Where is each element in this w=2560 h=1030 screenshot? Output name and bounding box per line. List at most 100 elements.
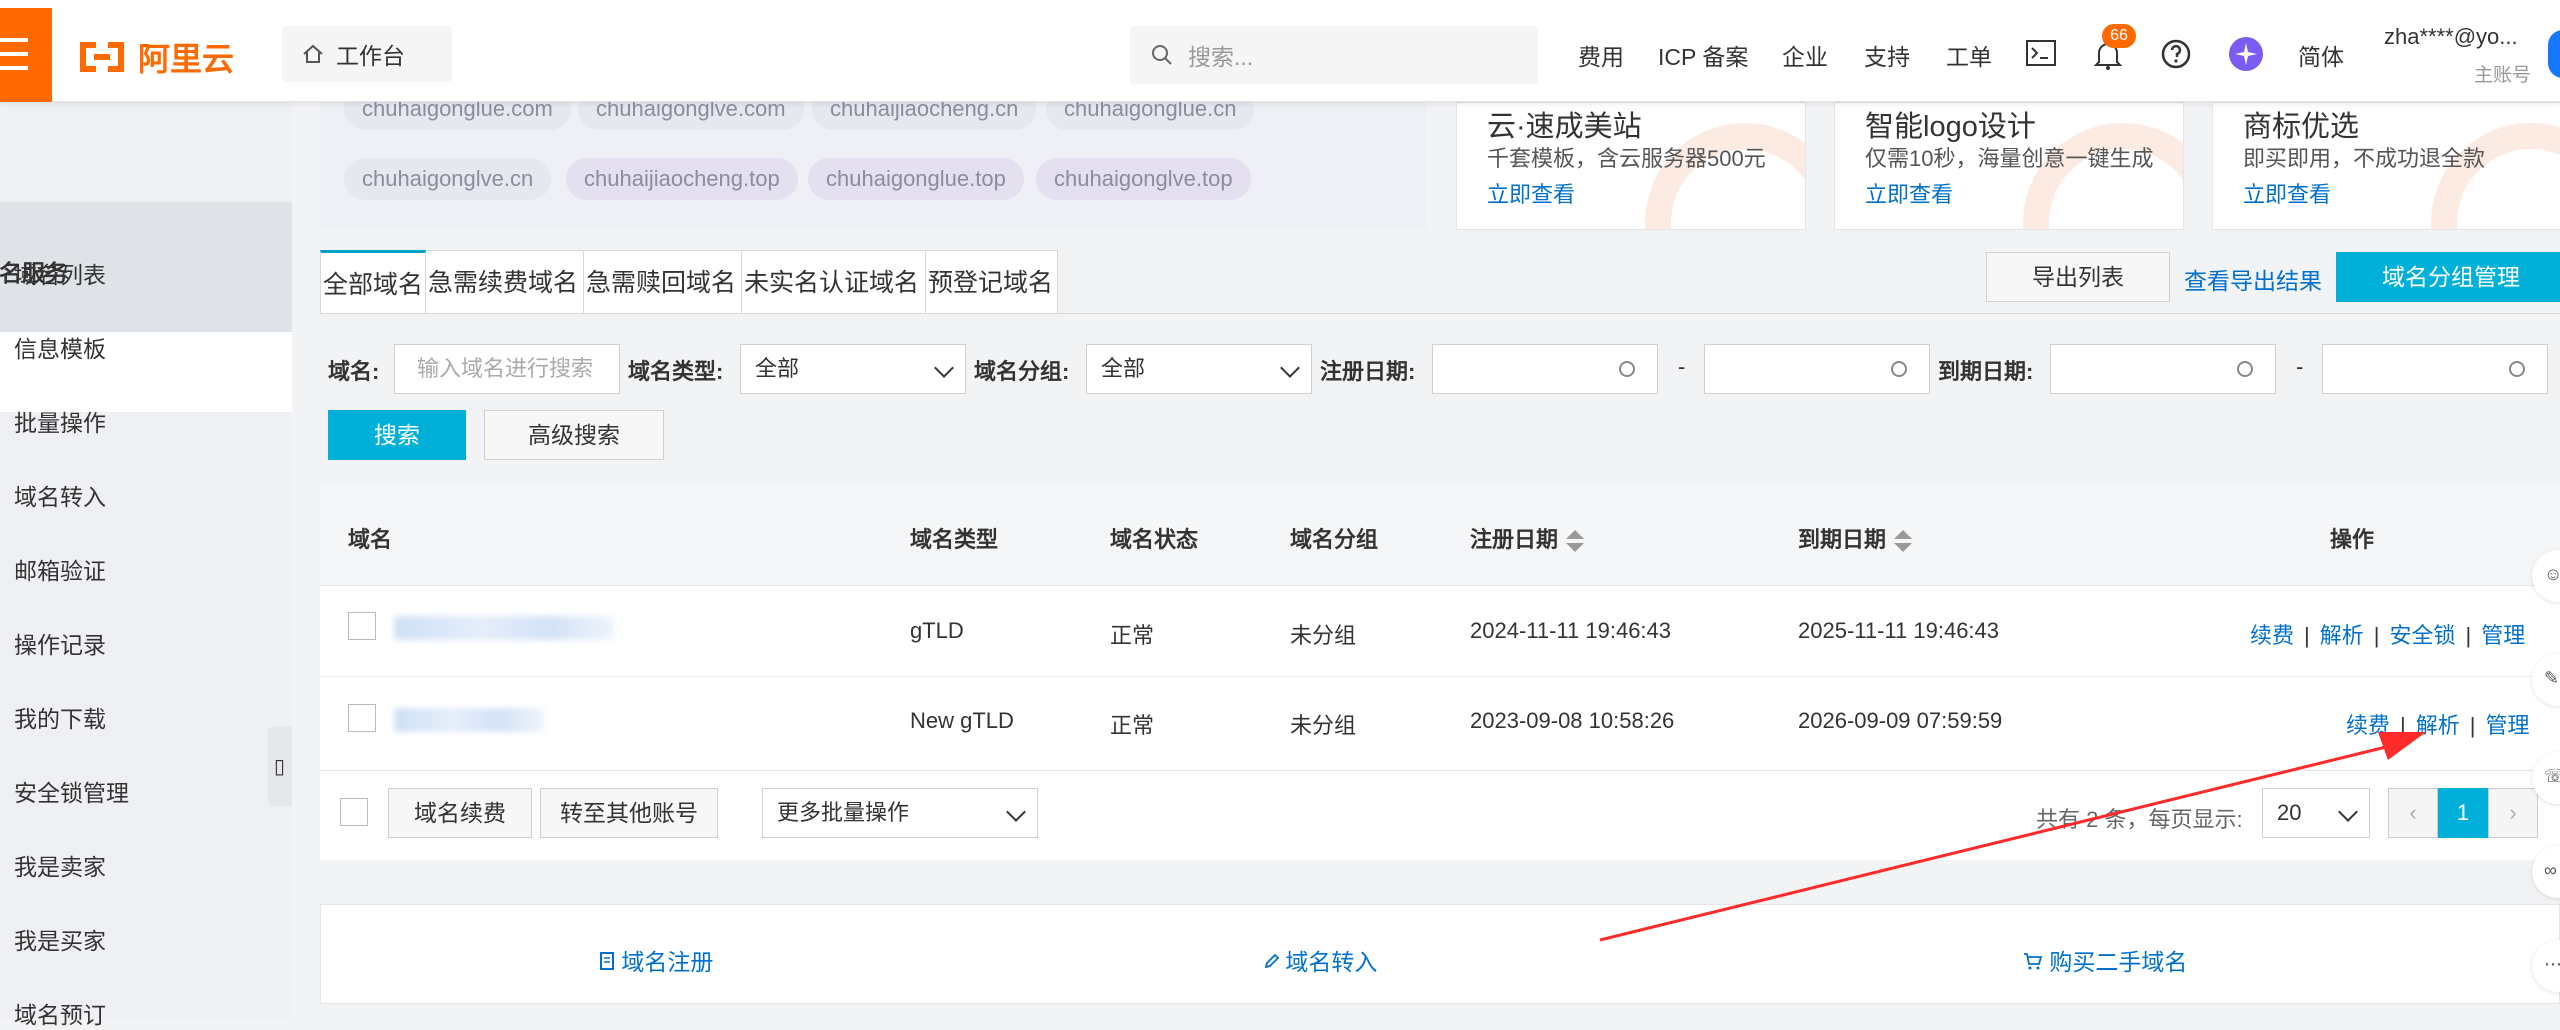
tab-all-domains[interactable]: 全部域名	[320, 250, 426, 314]
export-list-button[interactable]: 导出列表	[1986, 252, 2170, 302]
masked-domain-name[interactable]	[394, 616, 614, 640]
search-icon	[1152, 45, 1172, 65]
sidebar-item-domain-list[interactable]: 域名列表	[14, 256, 106, 290]
renew-link[interactable]: 续费	[2346, 713, 2390, 738]
notification-badge: 66	[2102, 24, 2136, 48]
help-icon[interactable]	[2160, 38, 2192, 70]
page-1-button[interactable]: 1	[2438, 788, 2488, 838]
cell-status: 正常	[1110, 713, 1155, 738]
sidebar-item-seller[interactable]: 我是卖家	[14, 848, 106, 882]
group-manage-button[interactable]: 域名分组管理	[2336, 252, 2560, 302]
manage-link[interactable]: 管理	[2481, 623, 2525, 648]
advanced-search-button[interactable]: 高级搜索	[484, 410, 664, 460]
promo-title: 智能logo设计	[1865, 111, 2036, 143]
row-checkbox[interactable]	[348, 704, 376, 732]
nav-ticket[interactable]: 工单	[1946, 38, 1992, 72]
reg-date-end-input[interactable]	[1704, 344, 1930, 394]
manage-link[interactable]: 管理	[2485, 713, 2529, 738]
workbench-button[interactable]: 工作台	[282, 26, 452, 82]
nav-icp[interactable]: ICP 备案	[1658, 38, 1748, 72]
clock-icon	[2509, 361, 2525, 377]
dns-resolve-link[interactable]: 解析	[2416, 713, 2460, 738]
sort-icon[interactable]	[1894, 530, 1913, 553]
suggested-domain-chip[interactable]: chuhaigonglue.top	[808, 158, 1024, 200]
security-lock-link[interactable]: 安全锁	[2389, 623, 2455, 648]
sidebar-item-operation-log[interactable]: 操作记录	[14, 626, 106, 660]
sort-icon[interactable]	[1566, 530, 1585, 553]
view-export-link[interactable]: 查看导出结果	[2184, 262, 2322, 296]
select-all-checkbox[interactable]	[340, 798, 368, 826]
masked-domain-name[interactable]	[394, 708, 544, 732]
sidebar-item-reserve[interactable]: 域名预订	[14, 996, 106, 1030]
sidebar-item-info-template[interactable]: 信息模板	[14, 330, 106, 364]
sidebar-item-batch-ops[interactable]: 批量操作	[14, 404, 106, 438]
chevron-down-icon	[1280, 358, 1300, 378]
exp-date-start-input[interactable]	[2050, 344, 2276, 394]
nav-enterprise[interactable]: 企业	[1782, 38, 1828, 72]
sidebar-item-email-verify[interactable]: 邮箱验证	[14, 552, 106, 586]
sidebar-collapse-handle[interactable]: ▯	[268, 726, 292, 806]
sidebar-item-security-lock[interactable]: 安全锁管理	[14, 774, 129, 808]
domain-group-select[interactable]: 全部	[1086, 344, 1312, 394]
col-exp-date[interactable]: 到期日期	[1798, 522, 1913, 554]
promo-card-website[interactable]: 云·速成美站 千套模板，含云服务器500元 立即查看	[1456, 102, 1806, 230]
terminal-icon[interactable]	[2026, 40, 2056, 66]
cart-icon	[2024, 953, 2043, 970]
suggested-domain-chip[interactable]: chuhaigonglve.top	[1036, 158, 1251, 200]
top-bar: 阿里云 工作台 搜索... 费用 ICP 备案 企业 支持 工单 66 简体 z…	[0, 0, 2560, 102]
promo-card-logo[interactable]: 智能logo设计 仅需10秒，海量创意一键生成 立即查看	[1834, 102, 2184, 230]
promo-link[interactable]: 立即查看	[1865, 177, 1953, 209]
home-icon	[303, 44, 323, 63]
register-domain-link[interactable]: 域名注册	[599, 943, 713, 977]
cell-group: 未分组	[1290, 623, 1357, 648]
sidebar-item-my-downloads[interactable]: 我的下载	[14, 700, 106, 734]
hamburger-menu-icon[interactable]	[0, 8, 52, 102]
suggested-domain-chip[interactable]: chuhaigonglve.cn	[344, 158, 552, 200]
tab-pre-registered[interactable]: 预登记域名	[926, 250, 1058, 314]
col-type: 域名类型	[910, 527, 999, 552]
prev-page-button[interactable]: ‹	[2388, 788, 2438, 838]
language-switch[interactable]: 简体	[2298, 38, 2344, 72]
batch-ops-select[interactable]: 更多批量操作	[762, 788, 1038, 838]
nav-fees[interactable]: 费用	[1578, 38, 1624, 72]
row-checkbox[interactable]	[348, 612, 376, 640]
search-button[interactable]: 搜索	[328, 410, 466, 460]
aliyun-logo[interactable]: 阿里云	[76, 34, 246, 80]
user-name[interactable]: zha****@yo...	[2384, 24, 2518, 50]
promo-card-trademark[interactable]: 商标优选 即买即用，不成功退全款 立即查看	[2212, 102, 2560, 230]
promo-link[interactable]: 立即查看	[1487, 177, 1575, 209]
avatar[interactable]	[2548, 30, 2560, 78]
transfer-account-button[interactable]: 转至其他账号	[540, 788, 718, 838]
domain-type-select[interactable]: 全部	[740, 344, 966, 394]
col-reg-date[interactable]: 注册日期	[1470, 522, 1585, 554]
promo-link[interactable]: 立即查看	[2243, 177, 2331, 209]
dns-resolve-link[interactable]: 解析	[2320, 623, 2364, 648]
global-search-input[interactable]: 搜索...	[1130, 26, 1538, 84]
suggested-domain-chip[interactable]: chuhaijiaocheng.top	[566, 158, 798, 200]
tab-need-redeem[interactable]: 急需赎回域名	[584, 250, 742, 314]
buy-secondhand-link[interactable]: 购买二手域名	[2023, 943, 2187, 977]
suggested-domains-panel: chuhaigonglue.com chuhaigonglve.com chuh…	[320, 88, 1426, 230]
reg-date-start-input[interactable]	[1432, 344, 1658, 394]
nav-support[interactable]: 支持	[1864, 38, 1910, 72]
chevron-down-icon	[1006, 802, 1026, 822]
promo-desc: 仅需10秒，海量创意一键生成	[1865, 146, 2154, 171]
workbench-label: 工作台	[336, 43, 405, 69]
tab-unverified[interactable]: 未实名认证域名	[742, 250, 926, 314]
sidebar-item-buyer[interactable]: 我是买家	[14, 922, 106, 956]
next-page-button[interactable]: ›	[2488, 788, 2538, 838]
promo-title: 商标优选	[2243, 111, 2360, 143]
col-actions: 操作	[2330, 527, 2375, 552]
page-size-select[interactable]: 20	[2262, 788, 2370, 838]
clock-icon	[1619, 361, 1635, 377]
batch-renew-button[interactable]: 域名续费	[388, 788, 532, 838]
tab-need-renew[interactable]: 急需续费域名	[426, 250, 584, 314]
renew-link[interactable]: 续费	[2250, 623, 2294, 648]
domain-search-input[interactable]: 输入域名进行搜索	[394, 344, 620, 394]
ai-assistant-icon[interactable]	[2228, 36, 2264, 72]
quick-links-panel: 域名注册 域名转入 购买二手域名	[320, 904, 2560, 1004]
transfer-in-link[interactable]: 域名转入	[1263, 943, 1377, 977]
promo-title: 云·速成美站	[1487, 111, 1642, 143]
sidebar-item-transfer-in[interactable]: 域名转入	[14, 478, 106, 512]
exp-date-end-input[interactable]	[2322, 344, 2548, 394]
